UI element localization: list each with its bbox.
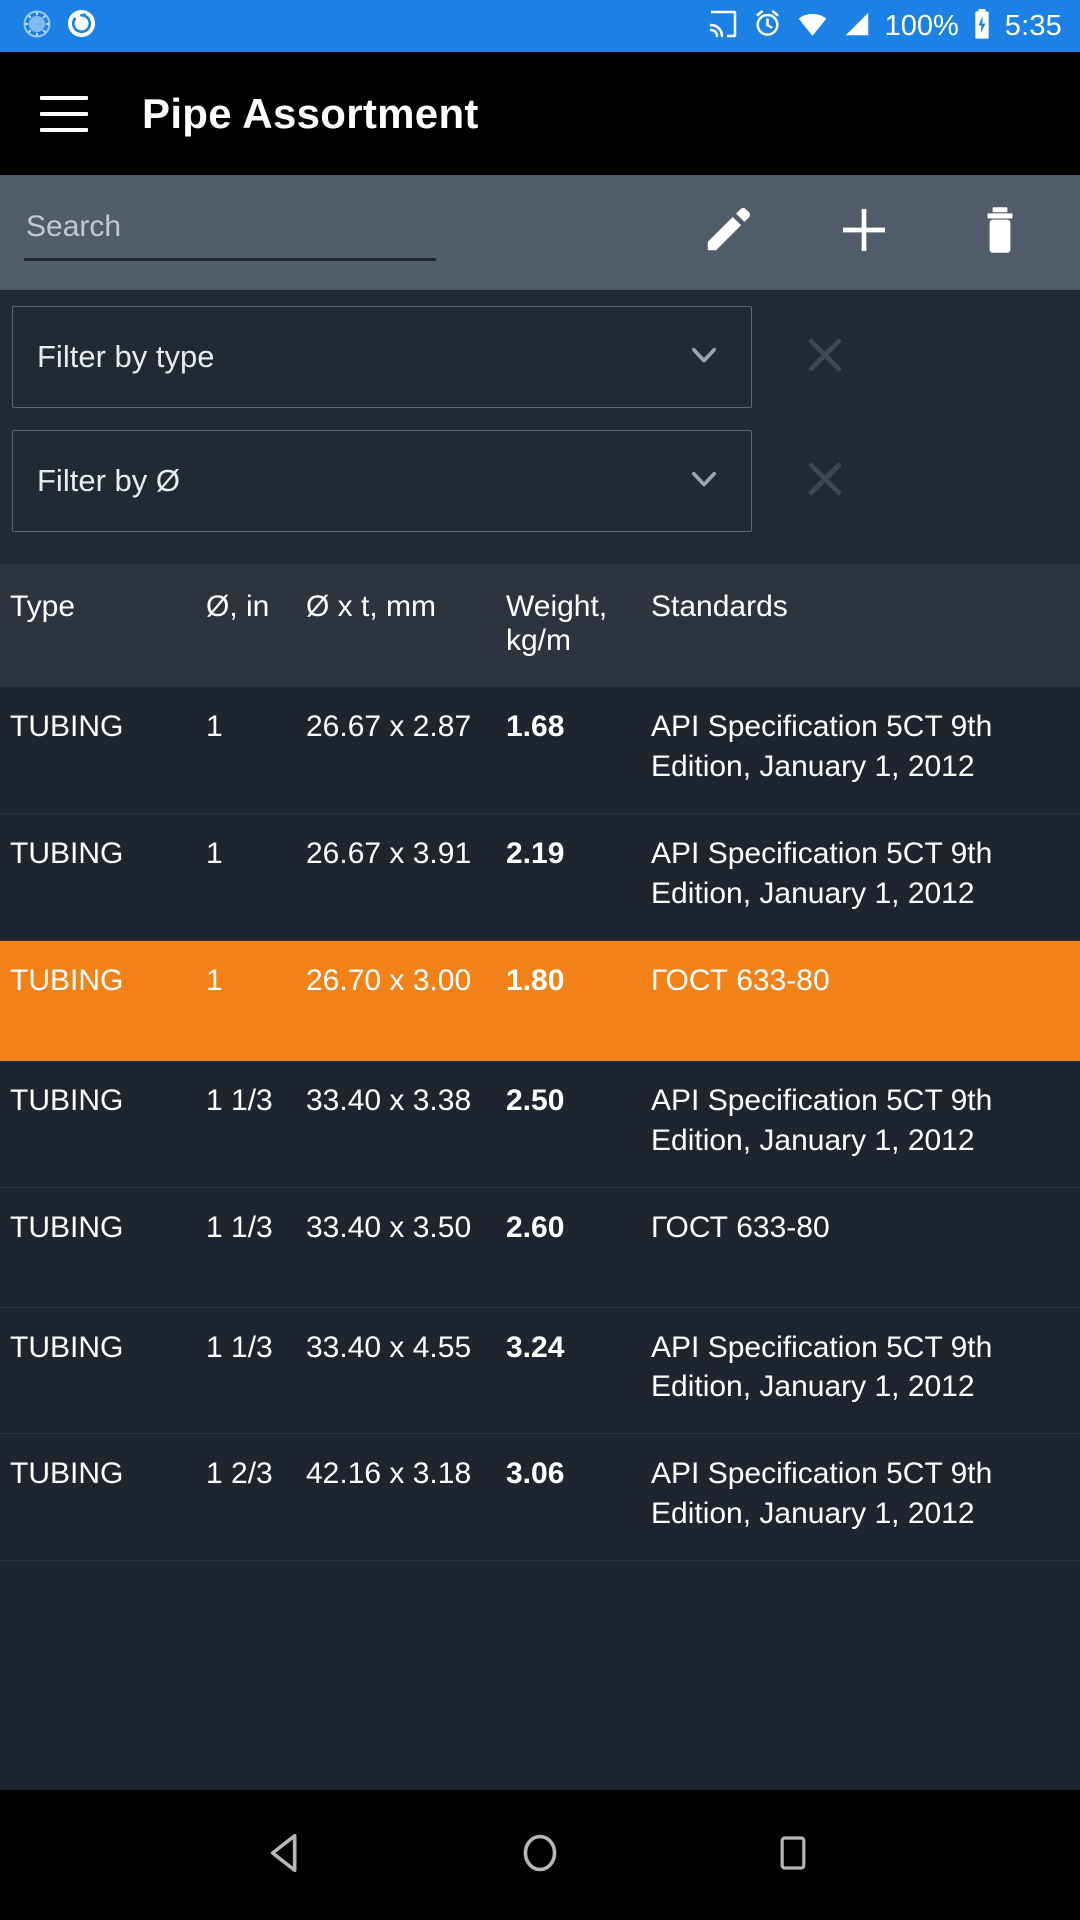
cell-weight: 2.19: [506, 836, 565, 870]
cell-diameter-thickness: 26.67 x 2.87: [306, 710, 472, 744]
cell-diameter-thickness: 26.70 x 3.00: [306, 963, 472, 997]
table-header-row: Type Ø, in Ø x t, mm Weight, kg/m Standa…: [0, 564, 1080, 688]
cell-standards: API Specification 5CT 9th Edition, Janua…: [651, 1083, 993, 1157]
refresh-circle-icon: [66, 8, 97, 44]
clock-label: 5:35: [1004, 9, 1062, 42]
filter-by-type-label: Filter by type: [37, 339, 215, 374]
battery-charging-icon: [972, 8, 992, 45]
close-x-icon: [799, 329, 851, 386]
filter-row-type: Filter by type: [0, 306, 1080, 408]
cell-type: TUBING: [10, 1083, 124, 1117]
cellular-signal-icon: [842, 9, 872, 44]
cell-diameter-thickness: 26.67 x 3.91: [306, 836, 472, 870]
cell-diameter-in: 1 2/3: [206, 1457, 273, 1491]
clear-diameter-filter-button[interactable]: [780, 436, 870, 526]
trash-icon: [974, 204, 1026, 261]
cell-type: TUBING: [10, 1457, 124, 1491]
add-button[interactable]: [834, 203, 894, 263]
search-input[interactable]: [24, 210, 436, 258]
hamburger-menu-icon[interactable]: [40, 95, 88, 132]
edit-button[interactable]: [698, 203, 758, 263]
cell-weight: 1.80: [506, 963, 565, 997]
status-bar-right-icons: 100% 5:35: [707, 7, 1062, 45]
cell-diameter-thickness: 33.40 x 3.50: [306, 1210, 472, 1244]
search-field-wrapper: [24, 204, 436, 261]
cell-standards: API Specification 5CT 9th Edition, Janua…: [651, 1457, 993, 1531]
header-diameter-in: Ø, in: [206, 590, 270, 623]
cell-diameter-in: 1: [206, 710, 223, 744]
cell-diameter-thickness: 33.40 x 4.55: [306, 1330, 472, 1364]
alarm-icon: [752, 8, 783, 44]
cell-diameter-in: 1 1/3: [206, 1210, 273, 1244]
close-x-icon: [799, 453, 851, 510]
filter-by-diameter-label: Filter by Ø: [37, 463, 180, 498]
filter-row-diameter: Filter by Ø: [0, 430, 1080, 532]
filter-by-type-dropdown[interactable]: Filter by type: [12, 306, 752, 408]
header-diameter-thickness: Ø x t, mm: [306, 590, 436, 623]
app-root: 100% 5:35 Pipe Assortment Search Filter …: [0, 0, 1080, 1920]
cell-standards: ГОСТ 633-80: [651, 963, 830, 997]
cell-standards: API Specification 5CT 9th Edition, Janua…: [651, 710, 993, 784]
circle-home-icon: [517, 1830, 563, 1881]
chevron-down-icon: [683, 458, 725, 505]
nav-home-button[interactable]: [495, 1810, 585, 1900]
cell-weight: 2.50: [506, 1083, 565, 1117]
nav-recents-button[interactable]: [748, 1810, 838, 1900]
cell-diameter-thickness: 33.40 x 3.38: [306, 1083, 472, 1117]
header-type: Type: [10, 590, 76, 623]
table-body[interactable]: TUBING 1 26.67 x 2.87 1.68 API Specification…: [0, 687, 1080, 1625]
table-row[interactable]: TUBING 1 26.67 x 2.87 1.68 API Specification…: [0, 687, 1080, 814]
table-row[interactable]: TUBING 1 26.70 x 3.00 1.80 ГОСТ 633-80: [0, 940, 1080, 1061]
android-navigation-bar: [0, 1790, 1080, 1920]
cell-diameter-in: 1: [206, 963, 223, 997]
clear-type-filter-button[interactable]: [780, 312, 870, 402]
sync-progress-icon: [22, 9, 52, 44]
page-title: Pipe Assortment: [142, 89, 479, 137]
triangle-back-icon: [264, 1830, 310, 1881]
filter-section: Filter by type Filter by Ø: [0, 290, 1080, 564]
cell-diameter-in: 1: [206, 836, 223, 870]
cast-icon: [707, 8, 739, 45]
cell-weight: 2.60: [506, 1210, 565, 1244]
table-row[interactable]: TUBING 1 1/3 33.40 x 3.38 2.50 API Specifica…: [0, 1060, 1080, 1188]
status-bar-left-icons: [22, 8, 97, 44]
cell-type: TUBING: [10, 836, 124, 870]
filter-by-diameter-dropdown[interactable]: Filter by Ø: [12, 430, 752, 532]
plus-icon: [836, 202, 892, 263]
chevron-down-icon: [683, 334, 725, 381]
cell-diameter-in: 1 1/3: [206, 1083, 273, 1117]
square-recents-icon: [773, 1833, 813, 1878]
table-row[interactable]: TUBING 1 2/3 42.16 x 3.18 3.06 API Specifica…: [0, 1434, 1080, 1562]
delete-button[interactable]: [970, 203, 1030, 263]
search-toolbar: [0, 175, 1080, 290]
pencil-icon: [701, 203, 755, 262]
battery-percent-label: 100%: [884, 9, 959, 42]
header-standards: Standards: [651, 590, 788, 623]
table-row[interactable]: TUBING 1 1/3 33.40 x 3.50 2.60 ГОСТ 633-80: [0, 1187, 1080, 1308]
cell-weight: 3.06: [506, 1457, 565, 1491]
toolbar-actions: [698, 203, 1036, 263]
table-row[interactable]: TUBING 1 26.67 x 3.91 2.19 API Specification…: [0, 813, 1080, 941]
cell-type: TUBING: [10, 1210, 124, 1244]
cell-type: TUBING: [10, 1330, 124, 1364]
table-row[interactable]: TUBING 1 1/3 33.40 x 4.55 3.24 API Specifica…: [0, 1307, 1080, 1435]
search-underline: [24, 258, 436, 261]
cell-diameter-thickness: 42.16 x 3.18: [306, 1457, 472, 1491]
cell-standards: API Specification 5CT 9th Edition, Janua…: [651, 1330, 993, 1404]
header-weight: Weight, kg/m: [506, 590, 608, 657]
cell-standards: API Specification 5CT 9th Edition, Janua…: [651, 836, 993, 910]
cell-type: TUBING: [10, 963, 124, 997]
status-bar: 100% 5:35: [0, 0, 1080, 52]
cell-type: TUBING: [10, 710, 124, 744]
cell-diameter-in: 1 1/3: [206, 1330, 273, 1364]
cell-weight: 3.24: [506, 1330, 565, 1364]
wifi-icon: [796, 7, 829, 45]
cell-weight: 1.68: [506, 710, 565, 744]
app-bar: Pipe Assortment: [0, 52, 1080, 175]
nav-back-button[interactable]: [242, 1810, 332, 1900]
cell-standards: ГОСТ 633-80: [651, 1210, 830, 1244]
